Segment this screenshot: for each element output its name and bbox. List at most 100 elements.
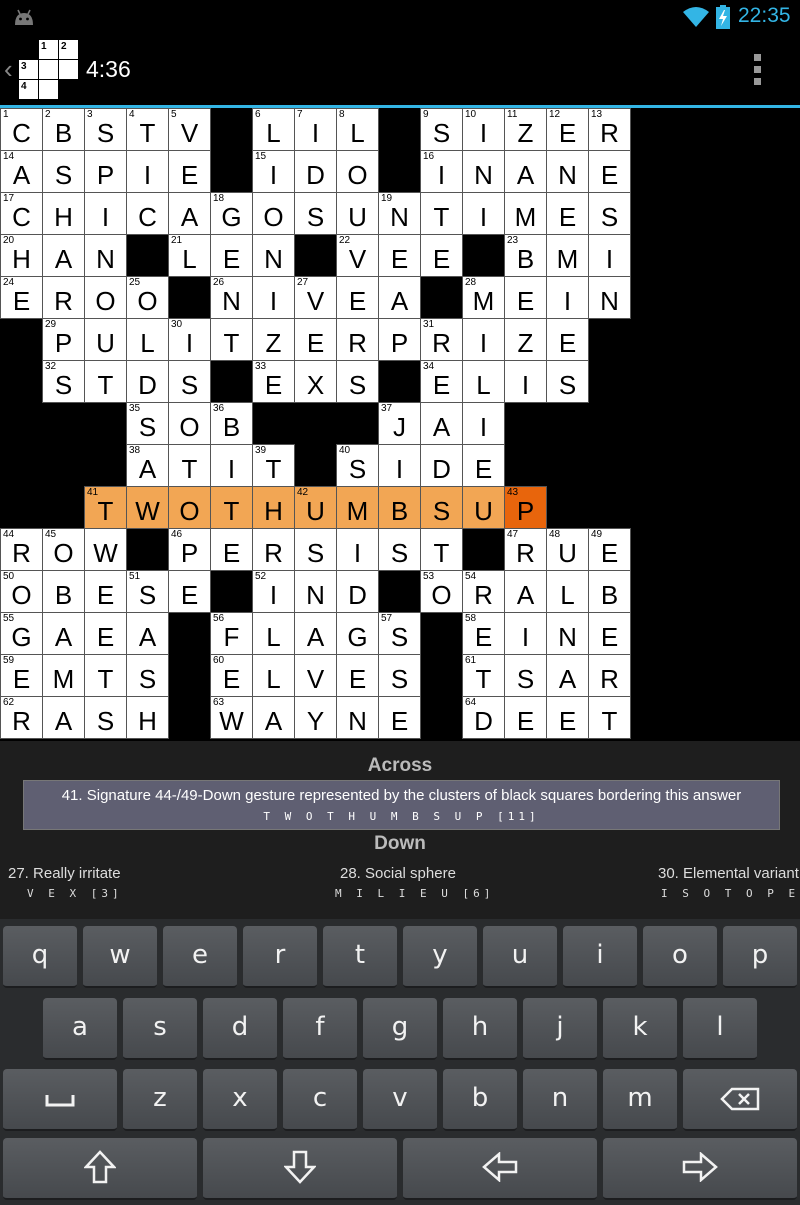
grid-cell[interactable]: E bbox=[210, 528, 253, 571]
key-d[interactable]: d bbox=[203, 998, 277, 1060]
grid-cell[interactable]: 46 P bbox=[168, 528, 211, 571]
grid-cell[interactable]: 62 R bbox=[0, 696, 43, 739]
grid-cell[interactable]: A bbox=[42, 612, 85, 655]
grid-cell[interactable]: 40 S bbox=[336, 444, 379, 487]
grid-cell[interactable]: 41 T bbox=[84, 486, 127, 529]
grid-cell[interactable]: I bbox=[210, 444, 253, 487]
grid-cell[interactable]: 48 U bbox=[546, 528, 589, 571]
grid-cell[interactable]: L bbox=[126, 318, 169, 361]
grid-cell[interactable]: 38 A bbox=[126, 444, 169, 487]
grid-cell[interactable]: O bbox=[168, 402, 211, 445]
key-x[interactable]: x bbox=[203, 1069, 277, 1131]
grid-cell[interactable]: T bbox=[588, 696, 631, 739]
grid-cell[interactable]: A bbox=[168, 192, 211, 235]
grid-cell[interactable]: A bbox=[504, 570, 547, 613]
key-j[interactable]: j bbox=[523, 998, 597, 1060]
grid-cell[interactable]: B bbox=[378, 486, 421, 529]
grid-cell[interactable]: N bbox=[84, 234, 127, 277]
grid-cell[interactable]: E bbox=[336, 276, 379, 319]
grid-cell[interactable]: L bbox=[252, 612, 295, 655]
grid-cell[interactable]: 18 G bbox=[210, 192, 253, 235]
grid-cell[interactable]: R bbox=[588, 654, 631, 697]
grid-cell[interactable]: E bbox=[210, 234, 253, 277]
grid-cell[interactable]: M bbox=[42, 654, 85, 697]
grid-cell[interactable]: M bbox=[336, 486, 379, 529]
key-e[interactable]: e bbox=[163, 926, 237, 988]
grid-cell[interactable]: P bbox=[84, 150, 127, 193]
grid-cell[interactable]: V bbox=[294, 654, 337, 697]
grid-cell[interactable]: A bbox=[378, 276, 421, 319]
grid-cell[interactable]: T bbox=[420, 192, 463, 235]
grid-cell[interactable]: S bbox=[378, 654, 421, 697]
grid-cell[interactable]: A bbox=[252, 696, 295, 739]
grid-cell[interactable]: 47 R bbox=[504, 528, 547, 571]
grid-cell[interactable]: E bbox=[420, 234, 463, 277]
grid-cell[interactable]: 9S bbox=[420, 108, 463, 151]
grid-cell[interactable]: U bbox=[462, 486, 505, 529]
grid-cell[interactable]: 51 S bbox=[126, 570, 169, 613]
grid-cell[interactable]: 3S bbox=[84, 108, 127, 151]
key-t[interactable]: t bbox=[323, 926, 397, 988]
key-w[interactable]: w bbox=[83, 926, 157, 988]
grid-cell[interactable]: T bbox=[168, 444, 211, 487]
grid-cell[interactable]: 59 E bbox=[0, 654, 43, 697]
grid-cell[interactable]: X bbox=[294, 360, 337, 403]
grid-cell[interactable]: Z bbox=[252, 318, 295, 361]
key-k[interactable]: k bbox=[603, 998, 677, 1060]
grid-cell[interactable]: E bbox=[546, 318, 589, 361]
grid-cell[interactable]: 32 S bbox=[42, 360, 85, 403]
app-logo-icon[interactable]: 1 2 3 4 bbox=[17, 38, 79, 100]
grid-cell[interactable]: O bbox=[84, 276, 127, 319]
grid-cell[interactable]: W bbox=[126, 486, 169, 529]
grid-cell[interactable]: 60 E bbox=[210, 654, 253, 697]
key-p[interactable]: p bbox=[723, 926, 797, 988]
down-clue-text[interactable]: 27. Really irritate bbox=[8, 865, 121, 882]
down-arrow-key[interactable] bbox=[203, 1138, 397, 1200]
grid-cell[interactable]: W bbox=[84, 528, 127, 571]
grid-cell[interactable]: 27 V bbox=[294, 276, 337, 319]
up-arrow-key[interactable] bbox=[3, 1138, 197, 1200]
grid-cell[interactable]: 26 N bbox=[210, 276, 253, 319]
key-s[interactable]: s bbox=[123, 998, 197, 1060]
grid-cell[interactable]: 12 E bbox=[546, 108, 589, 151]
grid-cell[interactable]: 15 I bbox=[252, 150, 295, 193]
grid-cell[interactable]: E bbox=[378, 696, 421, 739]
grid-cell[interactable]: 49 E bbox=[588, 528, 631, 571]
grid-cell[interactable]: E bbox=[546, 192, 589, 235]
grid-cell[interactable]: 52 I bbox=[252, 570, 295, 613]
current-across-clue[interactable]: 41. Signature 44-/49-Down gesture repres… bbox=[23, 780, 780, 830]
key-a[interactable]: a bbox=[43, 998, 117, 1060]
grid-cell[interactable]: R bbox=[42, 276, 85, 319]
grid-cell[interactable]: 25 O bbox=[126, 276, 169, 319]
right-arrow-key[interactable] bbox=[603, 1138, 797, 1200]
grid-cell[interactable]: I bbox=[462, 402, 505, 445]
grid-cell[interactable]: S bbox=[126, 654, 169, 697]
key-g[interactable]: g bbox=[363, 998, 437, 1060]
grid-cell[interactable]: S bbox=[336, 360, 379, 403]
grid-cell[interactable]: I bbox=[378, 444, 421, 487]
grid-cell[interactable]: 24 E bbox=[0, 276, 43, 319]
grid-cell[interactable]: 44 R bbox=[0, 528, 43, 571]
key-h[interactable]: h bbox=[443, 998, 517, 1060]
grid-cell[interactable]: L bbox=[546, 570, 589, 613]
current-grid-cell[interactable]: 43 P bbox=[504, 486, 547, 529]
grid-cell[interactable]: E bbox=[588, 150, 631, 193]
grid-cell[interactable]: 20 H bbox=[0, 234, 43, 277]
grid-cell[interactable]: S bbox=[420, 486, 463, 529]
grid-cell[interactable]: 2B bbox=[42, 108, 85, 151]
left-arrow-key[interactable] bbox=[403, 1138, 597, 1200]
key-y[interactable]: y bbox=[403, 926, 477, 988]
grid-cell[interactable]: A bbox=[42, 234, 85, 277]
grid-cell[interactable]: S bbox=[168, 360, 211, 403]
grid-cell[interactable]: O bbox=[252, 192, 295, 235]
grid-cell[interactable]: N bbox=[546, 612, 589, 655]
grid-cell[interactable]: 23 B bbox=[504, 234, 547, 277]
crossword-grid[interactable]: 1 C 2 B 3 S 4 T 5 V 6 L 7 I 8 L 9 S 10 I 11 Z 12 E 13 R 14 A S P I E 15 I… bbox=[0, 108, 632, 740]
grid-cell[interactable]: E bbox=[336, 654, 379, 697]
grid-cell[interactable]: 45 O bbox=[42, 528, 85, 571]
key-u[interactable]: u bbox=[483, 926, 557, 988]
grid-cell[interactable]: N bbox=[462, 150, 505, 193]
down-clue-text[interactable]: 30. Elemental variant bbox=[658, 865, 799, 882]
key-f[interactable]: f bbox=[283, 998, 357, 1060]
down-clue-text[interactable]: 28. Social sphere bbox=[340, 865, 456, 882]
